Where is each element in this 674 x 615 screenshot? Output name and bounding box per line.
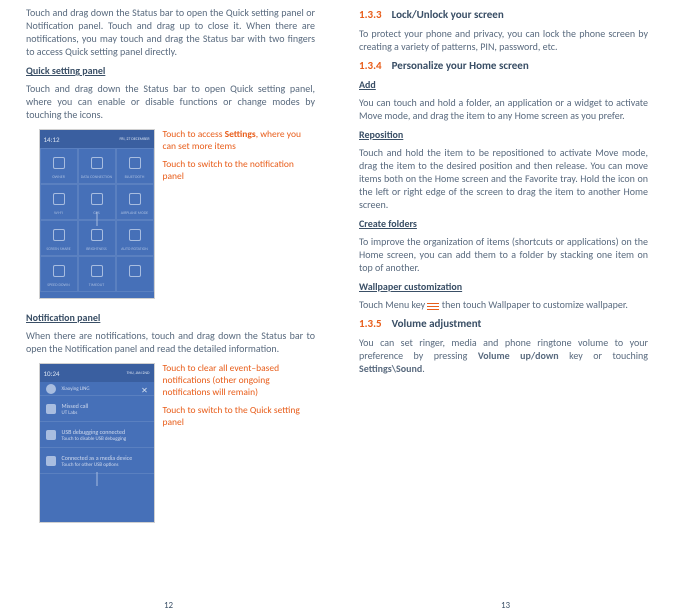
page-number: 13 [501, 600, 510, 611]
wallpaper-body: Touch Menu key then touch Wallpaper to c… [359, 298, 648, 311]
callout-settings: Touch to access Settings, where you can … [163, 129, 303, 153]
tile-airplane: AIRPLANE MODE [116, 184, 154, 220]
callout-switch-quick: Touch to switch to the Quick setting pan… [163, 405, 303, 429]
callout-clear-all: Touch to clear all event–based notificat… [163, 363, 303, 399]
page-left: Touch and drag down the Status bar to op… [0, 0, 337, 615]
status-bar-notif: 10:24 THU, JAN 2ND [40, 364, 154, 382]
quick-callouts: Touch to access Settings, where you can … [163, 129, 303, 299]
time-label: 10:24 [44, 369, 60, 378]
callout-switch-notif: Touch to switch to the notification pane… [163, 159, 303, 183]
create-folders-body: To improve the organization of items (sh… [359, 235, 648, 274]
menu-key-icon [427, 302, 439, 310]
reposition-heading: Reposition [359, 128, 648, 141]
quick-setting-heading: Quick setting panel [26, 64, 315, 77]
tile-screenshare: SCREEN SHARE [40, 220, 78, 256]
tile-data: DATA CONNECTION [78, 148, 116, 184]
page-right: 1.3.3Lock/Unlock your screen To protect … [337, 0, 674, 615]
create-folders-heading: Create folders [359, 217, 648, 230]
date-label: THU, JAN 2ND [127, 371, 150, 376]
tile-bluetooth: BLUETOOTH [116, 148, 154, 184]
phone-notif-panel: 10:24 THU, JAN 2ND ✕ Xiaoying LING Misse… [39, 363, 155, 523]
intro-text: Touch and drag down the Status bar to op… [26, 6, 315, 58]
quick-setting-body: Touch and drag down the Status bar to op… [26, 82, 315, 121]
lock-unlock-body: To protect your phone and privacy, you c… [359, 27, 648, 53]
add-heading: Add [359, 78, 648, 91]
tile-owner: OWNER [40, 148, 78, 184]
reposition-body: Touch and hold the item to be reposition… [359, 146, 648, 211]
notif-row-0: Missed call UT Labs [40, 396, 154, 422]
missed-call-icon [46, 404, 56, 414]
notif-callouts: Touch to clear all event–based notificat… [163, 363, 303, 523]
section-1-3-4: 1.3.4Personalize your Home screen [359, 59, 648, 72]
notification-figure: 10:24 THU, JAN 2ND ✕ Xiaoying LING Misse… [26, 363, 315, 523]
wallpaper-heading: Wallpaper customization [359, 280, 648, 293]
notif-top: Xiaoying LING [40, 382, 154, 396]
notification-body: When there are notifications, touch and … [26, 329, 315, 355]
time-label: 14:12 [44, 135, 60, 144]
notif-row-1: USB debugging connected Touch to disable… [40, 422, 154, 448]
tile-timeout: TIMEOUT [78, 256, 116, 292]
status-bar: 14:12 FRI, 27 DECEMBER [40, 130, 154, 148]
notification-heading: Notification panel [26, 311, 315, 324]
tile-speeddown: SPEED DOWN [40, 256, 78, 292]
avatar-icon [46, 384, 56, 394]
arrow-line [96, 472, 97, 486]
tile-autorotation: AUTO ROTATION [116, 220, 154, 256]
clear-all-icon: ✕ [140, 386, 150, 396]
media-icon [46, 456, 56, 466]
page-number: 12 [164, 600, 173, 611]
arrow-line [96, 212, 97, 226]
section-1-3-5: 1.3.5Volume adjustment [359, 317, 648, 330]
usb-icon [46, 430, 56, 440]
phone-quick-panel: 14:12 FRI, 27 DECEMBER OWNER DATA CONNEC… [39, 129, 155, 299]
date-label: FRI, 27 DECEMBER [119, 137, 149, 142]
tile-empty [116, 256, 154, 292]
notif-name: Xiaoying LING [62, 386, 90, 392]
volume-body: You can set ringer, media and phone ring… [359, 336, 648, 375]
notif-row-2: Connected as a media device Touch for ot… [40, 448, 154, 474]
add-body: You can touch and hold a folder, an appl… [359, 96, 648, 122]
section-1-3-3: 1.3.3Lock/Unlock your screen [359, 8, 648, 21]
quick-setting-figure: 14:12 FRI, 27 DECEMBER OWNER DATA CONNEC… [26, 129, 315, 299]
tile-wifi: WI-FI [40, 184, 78, 220]
